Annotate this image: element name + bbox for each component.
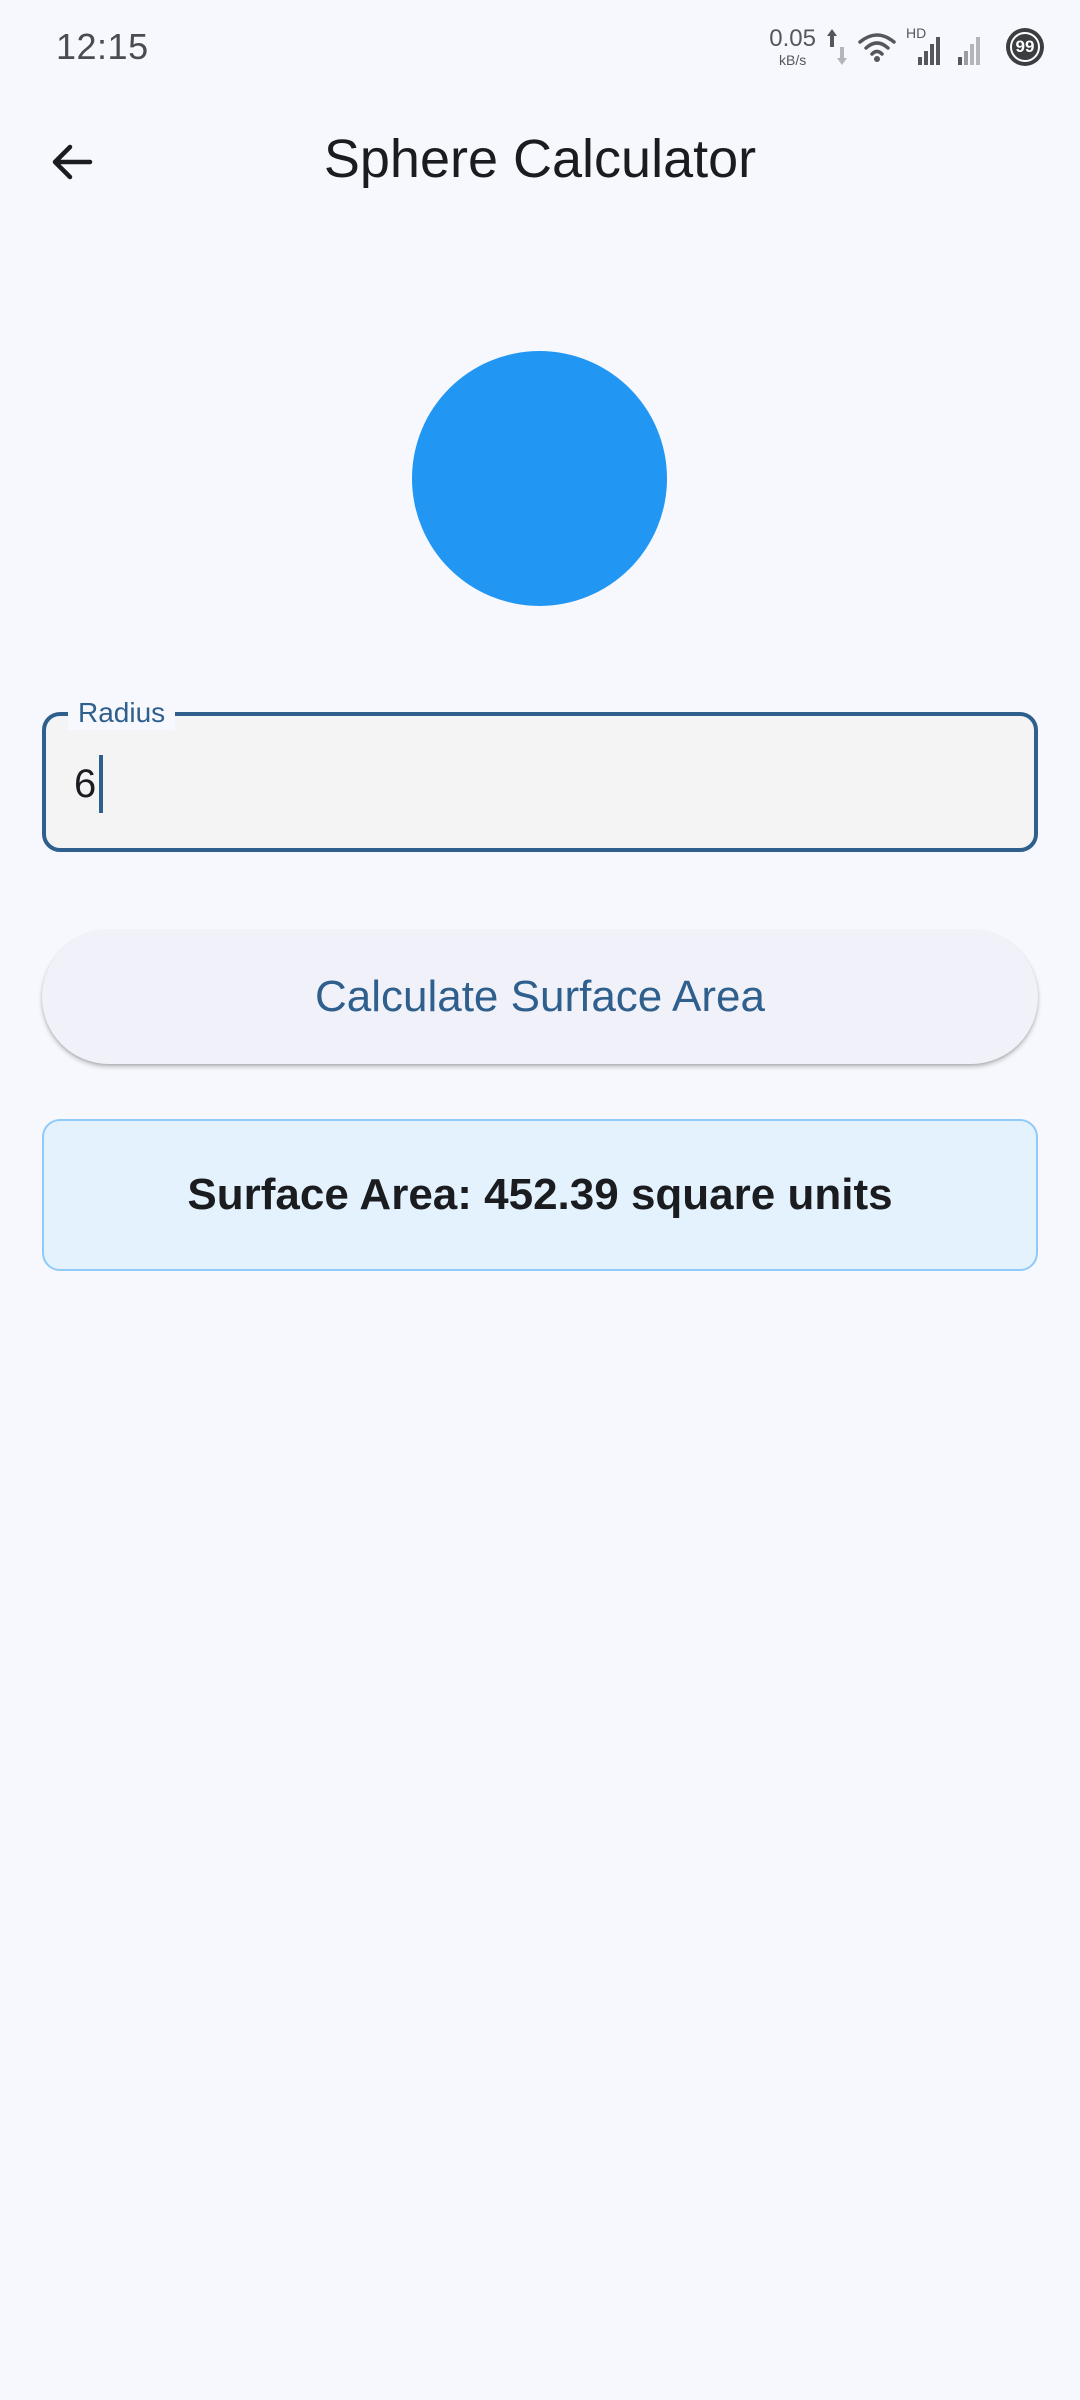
radius-value: 6 xyxy=(74,761,97,806)
status-time: 12:15 xyxy=(56,26,149,67)
radius-label: Radius xyxy=(68,696,176,730)
app-bar: Sphere Calculator xyxy=(0,96,1080,226)
network-speed: 0.05 kB/s xyxy=(769,25,816,68)
radius-input[interactable]: 6 xyxy=(74,752,974,816)
battery-level: 99 xyxy=(1010,32,1040,62)
calculate-surface-area-button[interactable]: Calculate Surface Area xyxy=(42,930,1038,1064)
signal-icon xyxy=(954,27,988,67)
sphere-graphic xyxy=(412,351,667,606)
radius-field[interactable]: Radius 6 xyxy=(42,696,1038,852)
battery-icon: 99 xyxy=(1006,28,1044,66)
status-icons: 0.05 kB/s HD 99 xyxy=(769,22,1044,72)
screen: 12:15 0.05 kB/s HD 99 Sphere Calculator … xyxy=(0,0,1080,2400)
network-speed-unit: kB/s xyxy=(779,52,807,68)
data-transfer-icon xyxy=(826,27,848,67)
status-bar: 12:15 0.05 kB/s HD 99 xyxy=(0,0,1080,96)
result-text: Surface Area: 452.39 square units xyxy=(187,1170,893,1219)
page-title: Sphere Calculator xyxy=(323,129,757,189)
wifi-icon xyxy=(858,30,896,64)
signal-hd-icon: HD xyxy=(906,25,944,67)
text-cursor xyxy=(99,755,104,813)
result-card: Surface Area: 452.39 square units xyxy=(42,1119,1038,1271)
network-speed-value: 0.05 xyxy=(769,25,816,52)
